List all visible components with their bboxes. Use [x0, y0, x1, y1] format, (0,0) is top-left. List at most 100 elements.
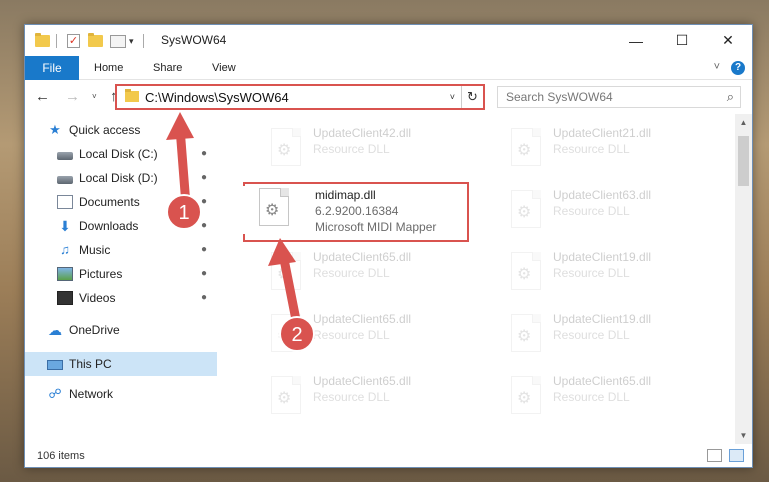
pin-icon[interactable]: ● [201, 172, 207, 183]
video-icon [57, 291, 73, 305]
sidebar-item-documents[interactable]: Documents [57, 192, 140, 212]
sidebar-item-local-disk-c[interactable]: Local Disk (C:) [57, 144, 158, 164]
sidebar-item-onedrive[interactable]: ☁ OneDrive [47, 320, 120, 340]
file-type: Resource DLL [313, 142, 390, 156]
dll-file-icon: ⚙ [271, 128, 301, 166]
file-type: Resource DLL [553, 266, 630, 280]
sidebar-item-network[interactable]: ☍ Network [47, 384, 113, 404]
sidebar-item-downloads[interactable]: ⬇ Downloads [57, 216, 138, 236]
title-bar: ✓ ▾ SysWOW64 — ☐ ✕ [25, 25, 752, 56]
list-item[interactable]: ⚙ UpdateClient65.dll Resource DLL [237, 310, 467, 358]
address-bar[interactable]: C:\Windows\SysWOW64 ˅ ↻ [115, 84, 485, 110]
details-view-icon[interactable] [707, 449, 722, 462]
list-item[interactable]: ⚙ UpdateClient21.dll Resource DLL [477, 124, 707, 172]
dll-file-icon: ⚙ [511, 314, 541, 352]
pin-icon[interactable]: ● [201, 220, 207, 231]
pin-icon[interactable]: ● [201, 292, 207, 303]
file-name: UpdateClient63.dll [553, 188, 652, 202]
address-path[interactable]: C:\Windows\SysWOW64 [145, 90, 289, 105]
sidebar-item-label: OneDrive [69, 323, 120, 337]
help-icon[interactable]: ? [731, 61, 745, 75]
gear-icon: ⚙ [517, 204, 532, 221]
vertical-scrollbar[interactable]: ▲ ▼ [735, 114, 752, 444]
pin-icon[interactable]: ● [201, 148, 207, 159]
window-title: SysWOW64 [161, 33, 227, 47]
item-count: 106 items [37, 450, 85, 462]
gear-icon: ⚙ [277, 328, 292, 345]
expand-ribbon-chevron-icon[interactable]: ˅ [714, 61, 720, 73]
pin-icon[interactable]: ● [201, 244, 207, 255]
sidebar-item-pictures[interactable]: Pictures [57, 264, 122, 284]
quick-access-toolbar-dropdown[interactable]: ▾ [129, 33, 134, 49]
file-type: Resource DLL [553, 328, 630, 342]
list-item[interactable]: ⚙ UpdateClient42.dll Resource DLL [237, 124, 467, 172]
download-icon: ⬇ [59, 218, 71, 234]
list-item[interactable]: ⚙ UpdateClient19.dll Resource DLL [477, 310, 707, 358]
sidebar-item-local-disk-d[interactable]: Local Disk (D:) [57, 168, 158, 188]
properties-icon[interactable]: ✓ [67, 33, 80, 49]
midimap-dll-item[interactable]: ⚙ midimap.dll 6.2.9200.16384 Microsoft M… [227, 186, 457, 234]
pin-icon[interactable]: ● [201, 196, 207, 207]
gear-icon: ⚙ [517, 142, 532, 159]
sidebar-item-this-pc[interactable]: This PC [25, 352, 217, 376]
list-item[interactable]: ⚙ UpdateClient19.dll Resource DLL [477, 248, 707, 296]
tab-file[interactable]: File [25, 56, 79, 80]
maximize-button[interactable]: ☐ [659, 25, 705, 56]
scroll-up-arrow-icon[interactable]: ▲ [735, 114, 752, 131]
search-icon[interactable]: ⌕ [727, 89, 734, 105]
pin-icon[interactable]: ● [201, 268, 207, 279]
refresh-button[interactable]: ↻ [461, 86, 483, 108]
gear-icon: ⚙ [277, 266, 292, 283]
sidebar-item-quick-access[interactable]: ★ Quick access [47, 120, 140, 140]
back-button[interactable]: ← [35, 88, 50, 105]
tab-share[interactable]: Share [153, 62, 182, 74]
customize-icon[interactable] [110, 33, 126, 49]
file-type: Resource DLL [553, 204, 630, 218]
file-description: Microsoft MIDI Mapper [315, 220, 437, 234]
sidebar-item-videos[interactable]: Videos [57, 288, 115, 308]
file-name: UpdateClient65.dll [313, 312, 412, 326]
ribbon-tabs: File Home Share View ˅ ? [25, 56, 752, 80]
sidebar-item-label: This PC [69, 357, 112, 371]
forward-button[interactable]: → [65, 88, 80, 105]
search-placeholder: Search SysWOW64 [506, 90, 613, 104]
sidebar-item-label: Downloads [79, 219, 139, 233]
file-name: UpdateClient65.dll [313, 250, 412, 264]
gear-icon: ⚙ [265, 202, 280, 219]
dll-file-icon: ⚙ [511, 190, 541, 228]
gear-icon: ⚙ [517, 390, 532, 407]
recent-locations-dropdown[interactable]: ˅ [92, 92, 97, 101]
list-item[interactable]: ⚙ UpdateClient63.dll Resource DLL [477, 186, 707, 234]
pictures-icon [57, 267, 73, 281]
list-item[interactable]: ⚙ UpdateClient65.dll Resource DLL [477, 372, 707, 420]
file-type: Resource DLL [553, 142, 630, 156]
dll-file-icon: ⚙ [259, 188, 289, 226]
gear-icon: ⚙ [277, 390, 292, 407]
sidebar-item-label: Local Disk (C:) [79, 147, 158, 161]
dll-file-icon: ⚙ [271, 376, 301, 414]
file-type: Resource DLL [313, 390, 390, 404]
dll-file-icon: ⚙ [511, 128, 541, 166]
list-item[interactable]: ⚙ UpdateClient65.dll Resource DLL [237, 372, 467, 420]
tab-view[interactable]: View [212, 62, 236, 74]
file-list: ⚙ UpdateClient42.dll Resource DLL ⚙ Upda… [217, 114, 735, 444]
gear-icon: ⚙ [277, 142, 292, 159]
tab-home[interactable]: Home [94, 62, 123, 74]
address-dropdown-chevron-icon[interactable]: ˅ [450, 92, 455, 102]
status-bar: 106 items [25, 444, 752, 467]
scroll-down-arrow-icon[interactable]: ▼ [735, 427, 752, 444]
list-item[interactable]: ⚙ UpdateClient65.dll Resource DLL [237, 248, 467, 296]
sidebar-item-music[interactable]: ♫ Music [57, 240, 110, 260]
large-icons-view-icon[interactable] [729, 449, 744, 462]
sidebar-item-label: Videos [79, 291, 116, 305]
explorer-window: ✓ ▾ SysWOW64 — ☐ ✕ File Home Share View … [24, 24, 753, 468]
dll-file-icon: ⚙ [511, 252, 541, 290]
file-name: UpdateClient19.dll [553, 250, 652, 264]
cloud-icon: ☁ [48, 322, 62, 338]
close-button[interactable]: ✕ [705, 25, 751, 56]
file-type: Resource DLL [553, 390, 630, 404]
minimize-button[interactable]: — [613, 25, 659, 56]
search-input[interactable]: Search SysWOW64 ⌕ [497, 86, 741, 108]
new-folder-icon[interactable] [88, 33, 103, 49]
scrollbar-thumb[interactable] [738, 136, 749, 186]
